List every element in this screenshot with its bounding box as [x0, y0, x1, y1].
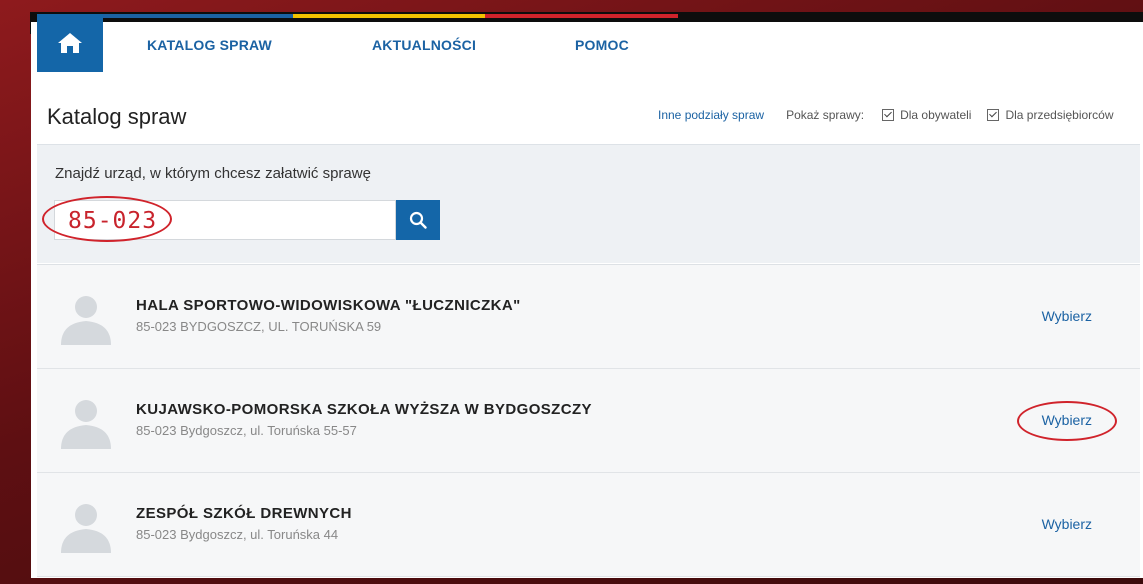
result-address: 85-023 BYDGOSZCZ, UL. TORUŃSKA 59	[136, 319, 382, 334]
annotation-ellipse-select	[1017, 401, 1117, 441]
color-stripes	[100, 14, 679, 18]
nav-aktualnosci[interactable]: AKTUALNOŚCI	[372, 37, 476, 53]
other-divisions-link[interactable]: Inne podziały spraw	[658, 108, 764, 122]
search-button[interactable]	[396, 200, 440, 240]
home-icon	[58, 33, 82, 53]
results-list: HALA SPORTOWO-WIDOWISKOWA "ŁUCZNICZKA" 8…	[37, 264, 1140, 577]
checkbox-business[interactable]	[987, 109, 1000, 121]
checkbox-citizens-label: Dla obywateli	[900, 108, 972, 122]
select-button[interactable]: Wybierz	[1042, 516, 1092, 532]
home-button[interactable]	[37, 14, 103, 72]
list-item: HALA SPORTOWO-WIDOWISKOWA "ŁUCZNICZKA" 8…	[37, 264, 1140, 369]
avatar-placeholder-icon	[61, 400, 111, 449]
avatar-placeholder-icon	[61, 296, 111, 345]
result-name: HALA SPORTOWO-WIDOWISKOWA "ŁUCZNICZKA"	[136, 297, 521, 314]
result-address: 85-023 Bydgoszcz, ul. Toruńska 44	[136, 527, 339, 542]
result-name: ZESPÓŁ SZKÓŁ DREWNYCH	[136, 505, 352, 522]
annotation-ellipse-search	[42, 196, 172, 242]
list-item: KUJAWSKO-POMORSKA SZKOŁA WYŻSZA W BYDGOS…	[37, 369, 1140, 473]
checkbox-business-label: Dla przedsiębiorców	[1005, 108, 1114, 122]
nav-katalog-spraw[interactable]: KATALOG SPRAW	[147, 37, 272, 53]
show-label: Pokaż sprawy:	[786, 108, 865, 122]
select-button[interactable]: Wybierz	[1042, 308, 1092, 324]
checkbox-citizens[interactable]	[882, 109, 895, 121]
avatar-placeholder-icon	[61, 504, 111, 553]
list-item: ZESPÓŁ SZKÓŁ DREWNYCH 85-023 Bydgoszcz, …	[37, 473, 1140, 577]
filter-row: Inne podziały spraw Pokaż sprawy: Dla ob…	[658, 108, 1114, 122]
page-title: Katalog spraw	[47, 104, 187, 129]
nav-pomoc[interactable]: POMOC	[575, 37, 629, 53]
result-address: 85-023 Bydgoszcz, ul. Toruńska 55-57	[136, 423, 357, 438]
search-label: Znajdź urząd, w którym chcesz załatwić s…	[55, 165, 371, 182]
search-icon	[409, 211, 427, 229]
result-name: KUJAWSKO-POMORSKA SZKOŁA WYŻSZA W BYDGOS…	[136, 401, 592, 418]
